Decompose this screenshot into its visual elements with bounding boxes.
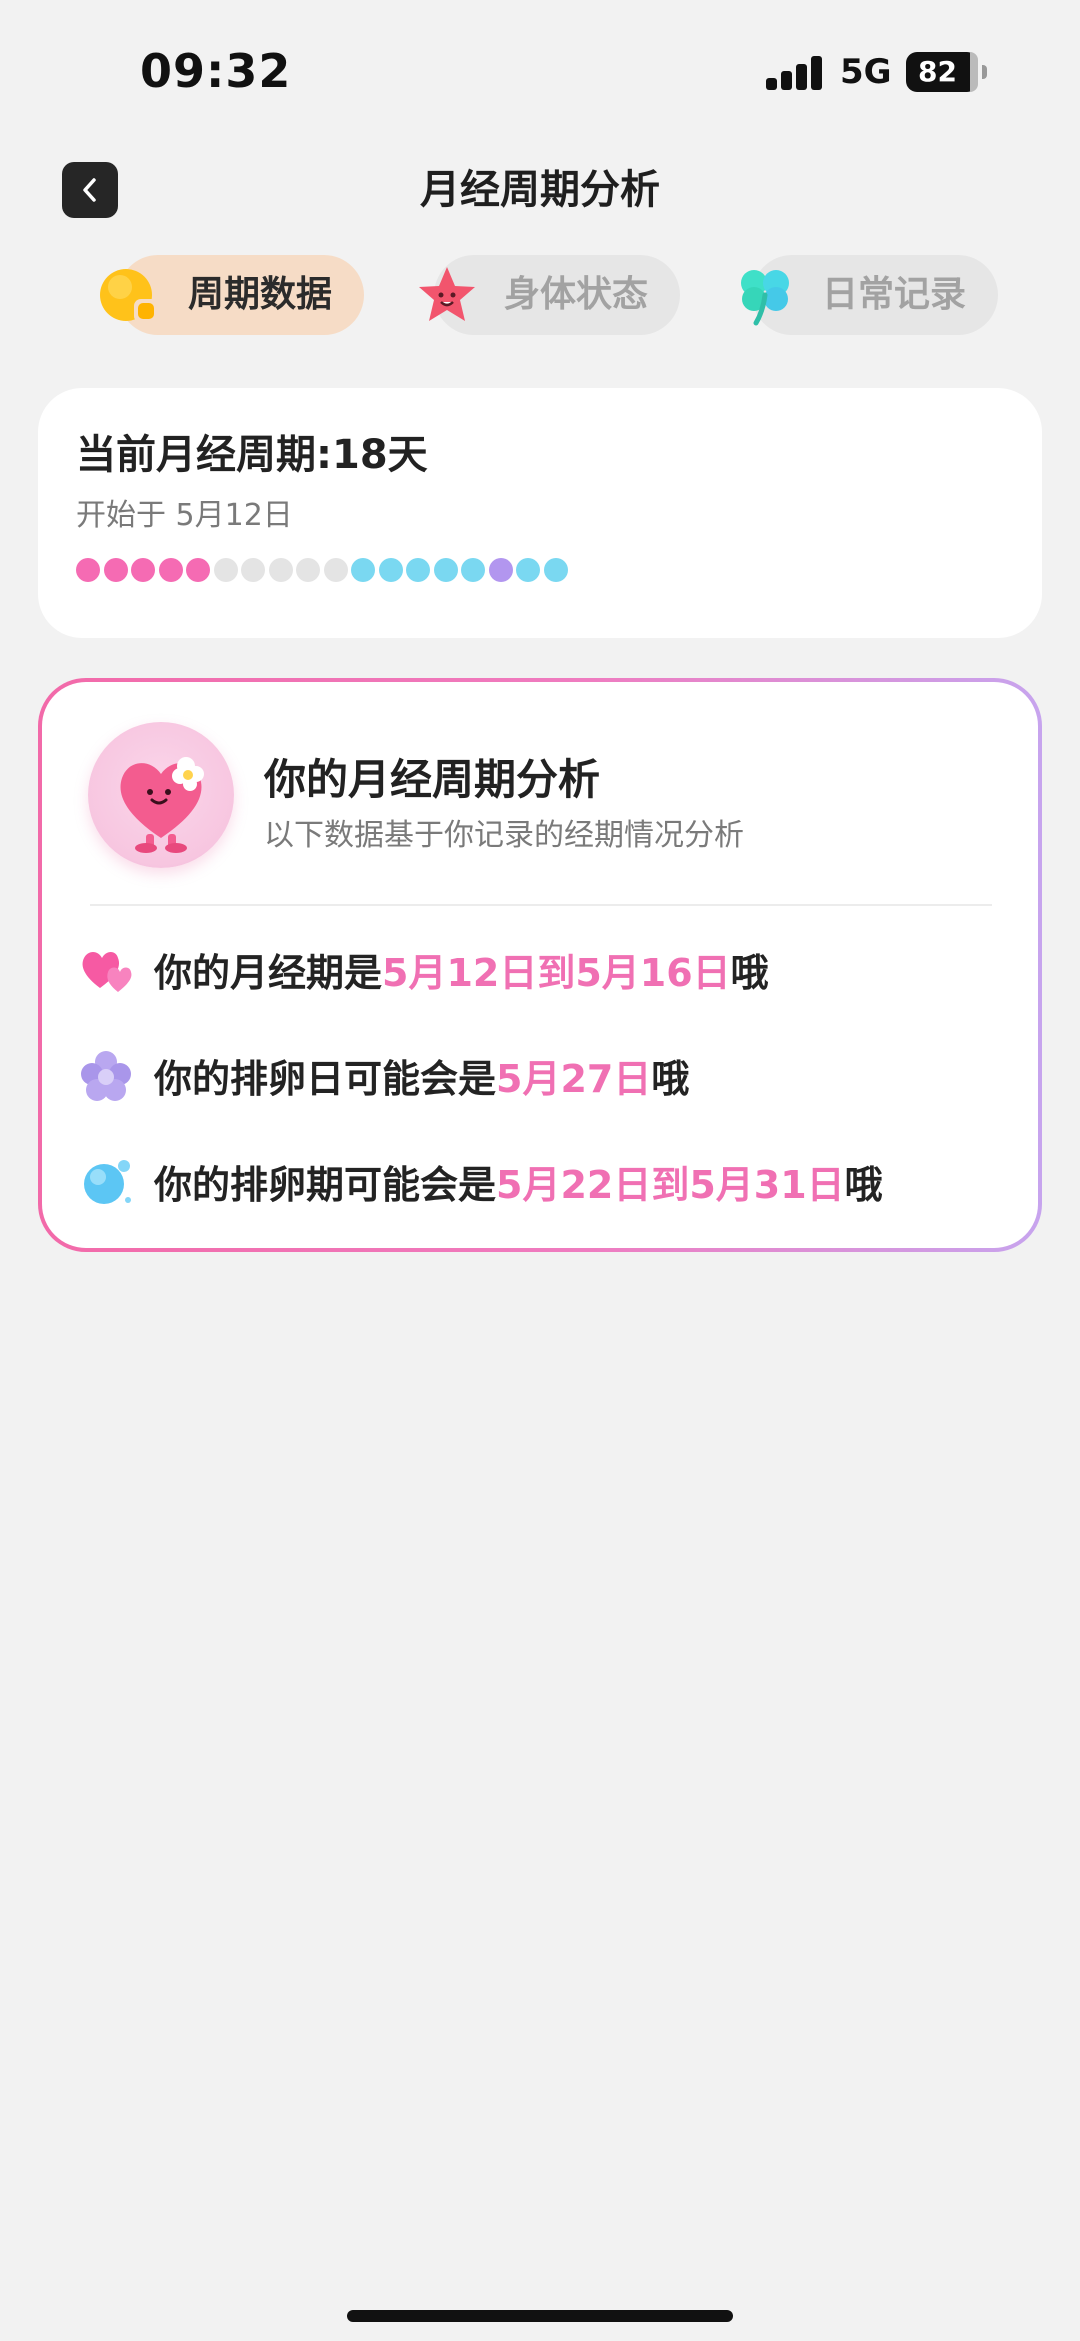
tab-daily-record-label: 日常记录: [822, 274, 967, 315]
battery-icon: 82: [906, 52, 987, 92]
ovulation-window-dates: 5月22日到5月31日: [496, 1163, 845, 1207]
period-range-dates: 5月12日到5月16日: [382, 951, 731, 995]
period-range-item: 你的月经期是5月12日到5月16日哦: [78, 938, 1018, 998]
back-button[interactable]: [62, 162, 118, 218]
period-range-suffix: 哦: [730, 951, 769, 995]
cycle-analysis-card-body: 你的月经周期分析 以下数据基于你记录的经期情况分析 你的月经期是5月12日到5月…: [42, 682, 1038, 1248]
cycle-day-dot-fertile: [406, 558, 430, 582]
cycle-day-dot-normal: [269, 558, 293, 582]
cycle-day-dot-fertile: [351, 558, 375, 582]
battery-level: 82: [918, 55, 957, 88]
ovulation-window-text: 你的排卵期可能会是5月22日到5月31日哦: [154, 1154, 883, 1209]
cycle-day-dot-fertile: [434, 558, 458, 582]
hearts-icon: [82, 952, 132, 992]
cycle-start-date: 开始于 5月12日: [76, 498, 293, 533]
ovulation-window-item: 你的排卵期可能会是5月22日到5月31日哦: [78, 1150, 1018, 1210]
cycle-day-dot-fertile: [461, 558, 485, 582]
home-indicator[interactable]: [347, 2310, 733, 2322]
cycle-day-dot-normal: [241, 558, 265, 582]
sun-blob-icon: [100, 269, 158, 323]
tab-cycle-data-label: 周期数据: [188, 274, 333, 315]
cycle-analysis-card: 你的月经周期分析 以下数据基于你记录的经期情况分析 你的月经期是5月12日到5月…: [38, 678, 1042, 1252]
period-range-prefix: 你的月经期是: [154, 951, 383, 995]
flower-icon: [81, 1051, 131, 1101]
clover-icon: [741, 270, 789, 326]
cycle-analysis-screen: 09:32 5G 82 月经周期分析 周期数据 身体状态 日常记录 当前月经周期…: [0, 0, 1080, 2341]
cycle-day-dot-period: [104, 558, 128, 582]
cycle-day-dot-period: [159, 558, 183, 582]
signal-icon: [766, 56, 824, 90]
tab-cycle-data[interactable]: 周期数据: [100, 255, 364, 335]
chevron-left-icon: [83, 178, 96, 202]
tab-daily-record[interactable]: 日常记录: [741, 255, 998, 335]
cycle-day-dot-normal: [324, 558, 348, 582]
cycle-day-dot-ovulation: [489, 558, 513, 582]
current-cycle-card: 当前月经周期:18天 开始于 5月12日: [38, 388, 1042, 638]
ovulation-day-prefix: 你的排卵日可能会是: [154, 1057, 497, 1101]
star-face-icon: [419, 267, 475, 321]
current-cycle-title: 当前月经周期:18天: [76, 432, 428, 478]
ovulation-day-suffix: 哦: [651, 1057, 690, 1101]
divider: [90, 904, 992, 906]
ovulation-window-prefix: 你的排卵期可能会是: [154, 1163, 497, 1207]
cycle-day-dot-normal: [296, 558, 320, 582]
tab-body-status[interactable]: 身体状态: [419, 255, 680, 335]
status-time: 09:32: [140, 44, 292, 98]
cycle-day-dot-period: [131, 558, 155, 582]
bubble-icon: [84, 1160, 131, 1204]
cycle-day-dot-period: [76, 558, 100, 582]
status-bar: 09:32 5G 82: [0, 0, 1080, 140]
ovulation-day-date: 5月27日: [496, 1057, 652, 1101]
cycle-day-dot-normal: [214, 558, 238, 582]
network-type: 5G: [840, 52, 892, 92]
cycle-day-dot-fertile: [379, 558, 403, 582]
period-range-text: 你的月经期是5月12日到5月16日哦: [154, 942, 769, 997]
ovulation-day-item: 你的排卵日可能会是5月27日哦: [78, 1044, 1018, 1104]
heart-character-icon: [88, 722, 234, 868]
ovulation-window-suffix: 哦: [844, 1163, 883, 1207]
cycle-day-dots: [76, 558, 676, 584]
cycle-day-dot-fertile: [544, 558, 568, 582]
cycle-day-dot-period: [186, 558, 210, 582]
analysis-subtitle: 以下数据基于你记录的经期情况分析: [264, 818, 744, 853]
cycle-day-dot-fertile: [516, 558, 540, 582]
tab-body-status-label: 身体状态: [504, 274, 649, 315]
analysis-title: 你的月经周期分析: [264, 755, 601, 804]
page-title: 月经周期分析: [420, 167, 660, 213]
ovulation-day-text: 你的排卵日可能会是5月27日哦: [154, 1048, 689, 1103]
